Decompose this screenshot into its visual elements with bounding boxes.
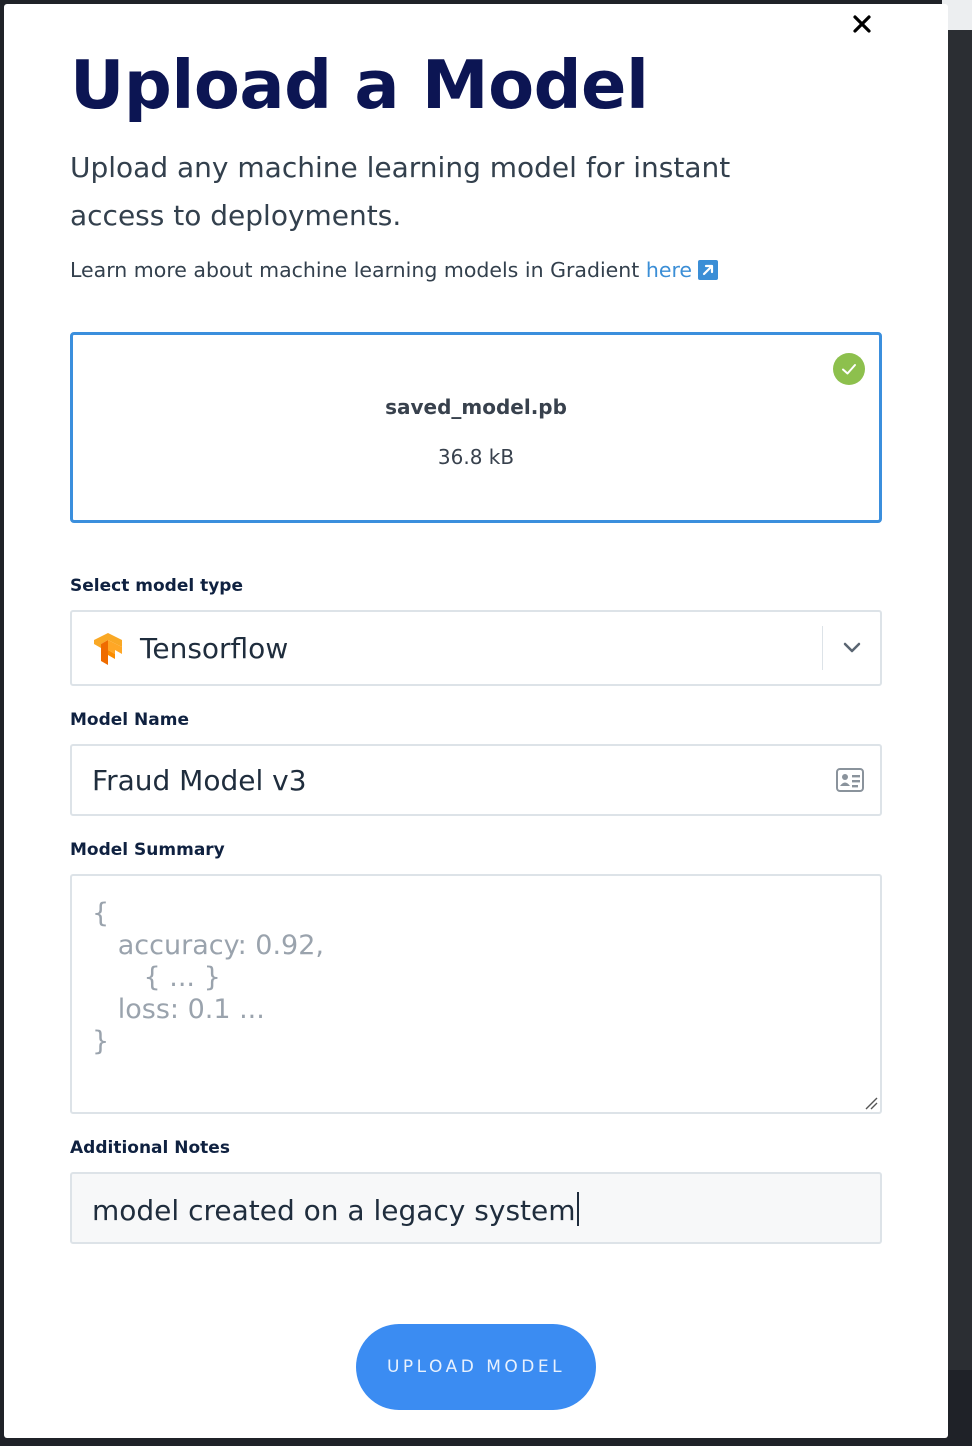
additional-notes-label: Additional Notes bbox=[70, 1138, 230, 1158]
additional-notes-input[interactable]: model created on a legacy system bbox=[70, 1172, 882, 1244]
file-size: 36.8 kB bbox=[437, 445, 515, 469]
model-summary-textarea[interactable]: { accuracy: 0.92, { ... } loss: 0.1 ... … bbox=[70, 874, 882, 1114]
model-type-value: Tensorflow bbox=[140, 632, 289, 665]
file-dropzone[interactable]: saved_model.pb 36.8 kB bbox=[70, 332, 882, 523]
modal-title: Upload a Model bbox=[70, 46, 649, 124]
additional-notes-value: model created on a legacy system bbox=[92, 1194, 576, 1227]
close-icon bbox=[853, 15, 871, 33]
id-card-icon bbox=[836, 768, 864, 792]
learn-more-link[interactable]: here bbox=[645, 258, 719, 282]
model-summary-placeholder: { accuracy: 0.92, { ... } loss: 0.1 ... … bbox=[92, 898, 324, 1057]
additional-notes-field: model created on a legacy system bbox=[92, 1192, 579, 1227]
tensorflow-icon bbox=[94, 633, 122, 665]
model-summary-label: Model Summary bbox=[70, 840, 225, 860]
model-type-label: Select model type bbox=[70, 576, 243, 596]
resize-handle-icon[interactable] bbox=[862, 1094, 878, 1110]
upload-model-button[interactable]: UPLOAD MODEL bbox=[356, 1324, 596, 1410]
chevron-down-icon[interactable] bbox=[840, 638, 864, 658]
model-name-input[interactable]: Fraud Model v3 bbox=[70, 744, 882, 816]
upload-model-modal: Upload a Model Upload any machine learni… bbox=[4, 4, 948, 1438]
text-cursor bbox=[576, 1192, 579, 1226]
model-name-value: Fraud Model v3 bbox=[92, 764, 307, 797]
modal-subtitle: Upload any machine learning model for in… bbox=[70, 151, 731, 232]
external-link-icon bbox=[698, 260, 719, 280]
learn-more-text: Learn more about machine learning models… bbox=[70, 258, 719, 282]
learn-more-label: Learn more about machine learning models… bbox=[70, 258, 646, 282]
select-separator bbox=[822, 626, 823, 670]
learn-more-link-text: here bbox=[645, 258, 693, 282]
model-type-select[interactable]: Tensorflow bbox=[70, 610, 882, 686]
close-button[interactable] bbox=[848, 10, 876, 38]
upload-success-check-icon bbox=[833, 353, 865, 385]
file-name: saved_model.pb bbox=[385, 395, 567, 419]
model-name-label: Model Name bbox=[70, 710, 189, 730]
